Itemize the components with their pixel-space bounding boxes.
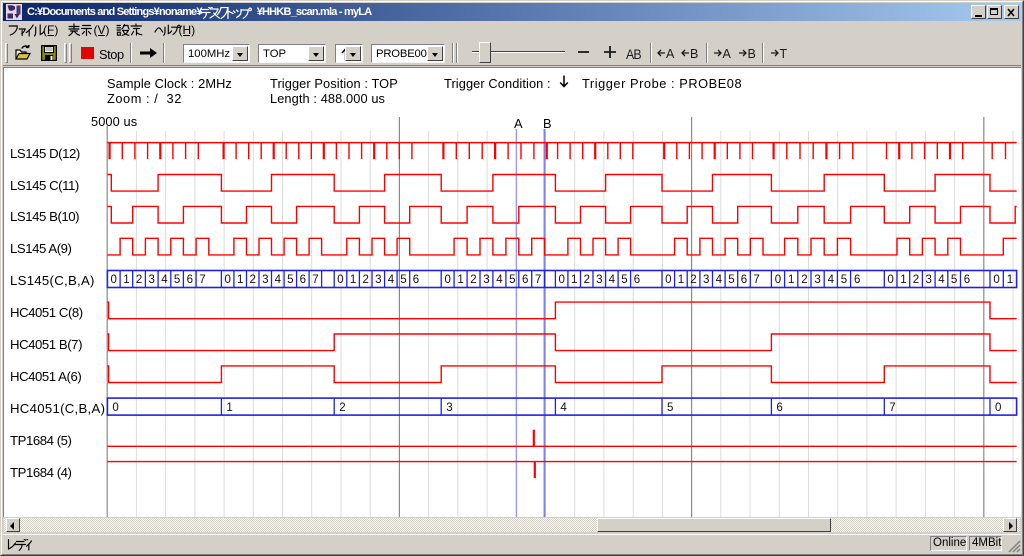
svg-text:1: 1 — [123, 274, 129, 286]
svg-text:3: 3 — [596, 274, 602, 286]
svg-text:4: 4 — [388, 274, 395, 286]
svg-text:0: 0 — [665, 274, 671, 286]
svg-text:1: 1 — [226, 402, 232, 414]
svg-text:4: 4 — [161, 274, 168, 286]
svg-text:4: 4 — [560, 402, 567, 414]
svg-text:1: 1 — [900, 274, 906, 286]
svg-text:3: 3 — [262, 274, 268, 286]
svg-text:2: 2 — [136, 274, 142, 286]
svg-text:5: 5 — [951, 274, 957, 286]
svg-text:4: 4 — [938, 274, 945, 286]
svg-text:0: 0 — [775, 274, 781, 286]
svg-text:3: 3 — [925, 274, 931, 286]
svg-text:0: 0 — [995, 402, 1001, 414]
svg-text:6: 6 — [522, 274, 528, 286]
svg-text:1: 1 — [237, 274, 243, 286]
svg-text:6: 6 — [413, 274, 419, 286]
svg-text:5: 5 — [174, 274, 180, 286]
svg-text:3: 3 — [703, 274, 709, 286]
svg-text:0: 0 — [887, 274, 893, 286]
svg-text:2: 2 — [690, 274, 696, 286]
svg-text:6: 6 — [634, 274, 640, 286]
svg-text:0: 0 — [110, 274, 116, 286]
svg-text:0: 0 — [444, 274, 450, 286]
svg-text:2: 2 — [470, 274, 476, 286]
svg-text:5: 5 — [400, 274, 406, 286]
svg-text:1: 1 — [350, 274, 356, 286]
svg-text:3: 3 — [814, 274, 820, 286]
svg-text:1: 1 — [571, 274, 577, 286]
svg-text:5: 5 — [509, 274, 515, 286]
svg-text:5: 5 — [728, 274, 734, 286]
svg-text:1: 1 — [457, 274, 463, 286]
svg-text:6: 6 — [741, 274, 747, 286]
svg-text:3: 3 — [148, 274, 154, 286]
svg-text:0: 0 — [558, 274, 564, 286]
svg-text:7: 7 — [753, 274, 759, 286]
svg-text:0: 0 — [224, 274, 230, 286]
svg-text:0: 0 — [337, 274, 343, 286]
svg-text:2: 2 — [362, 274, 368, 286]
svg-text:4: 4 — [716, 274, 723, 286]
svg-text:3: 3 — [446, 402, 452, 414]
svg-text:2: 2 — [584, 274, 590, 286]
svg-text:4: 4 — [275, 274, 282, 286]
svg-text:2: 2 — [801, 274, 807, 286]
svg-text:6: 6 — [854, 274, 860, 286]
svg-text:3: 3 — [483, 274, 489, 286]
svg-text:4: 4 — [496, 274, 503, 286]
svg-text:5: 5 — [667, 402, 673, 414]
svg-text:6: 6 — [964, 274, 970, 286]
svg-text:0: 0 — [112, 402, 118, 414]
svg-text:4: 4 — [828, 274, 835, 286]
svg-text:0: 0 — [993, 274, 999, 286]
svg-text:1: 1 — [788, 274, 794, 286]
svg-text:6: 6 — [776, 402, 782, 414]
svg-text:7: 7 — [889, 402, 895, 414]
svg-text:6: 6 — [187, 274, 193, 286]
svg-text:6: 6 — [300, 274, 306, 286]
svg-text:7: 7 — [312, 274, 318, 286]
svg-text:2: 2 — [339, 402, 345, 414]
svg-text:4: 4 — [609, 274, 616, 286]
svg-text:2: 2 — [913, 274, 919, 286]
svg-text:1: 1 — [1007, 274, 1013, 286]
svg-text:7: 7 — [535, 274, 541, 286]
svg-text:5: 5 — [621, 274, 627, 286]
svg-text:3: 3 — [375, 274, 381, 286]
svg-text:7: 7 — [199, 274, 205, 286]
svg-text:5: 5 — [287, 274, 293, 286]
svg-text:5: 5 — [841, 274, 847, 286]
svg-text:2: 2 — [249, 274, 255, 286]
svg-text:1: 1 — [678, 274, 684, 286]
